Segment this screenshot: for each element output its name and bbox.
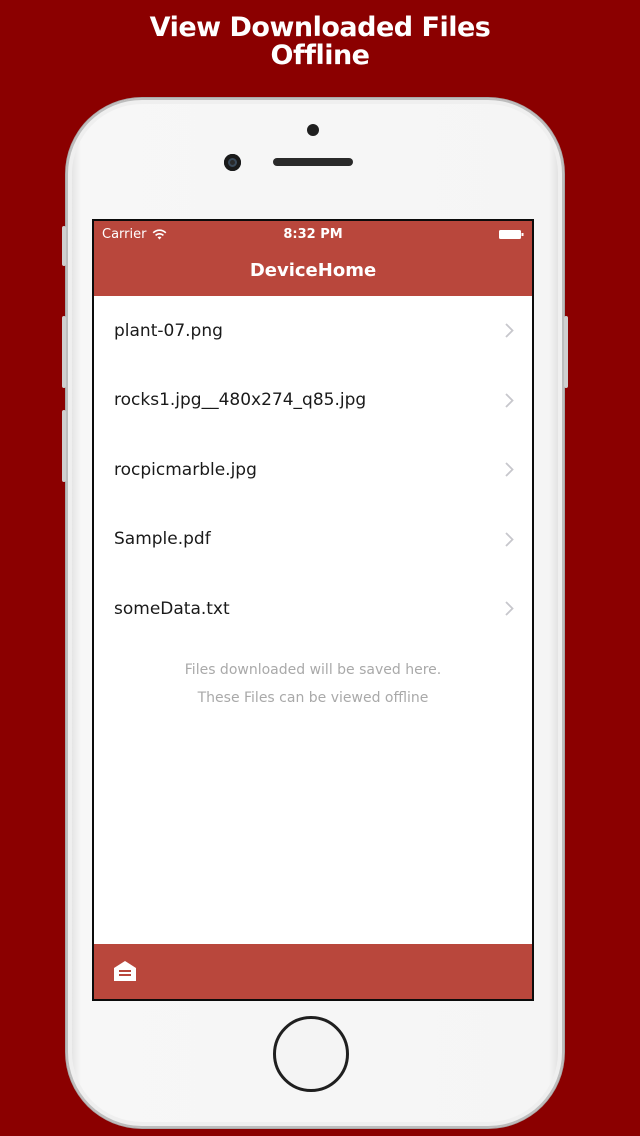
mute-switch <box>62 226 66 266</box>
status-bar: Carrier 8:32 PM <box>94 221 532 247</box>
promo-title-line2: Offline <box>270 40 371 71</box>
note-line1: Files downloaded will be saved here. <box>184 662 442 678</box>
nav-title: DeviceHome <box>249 260 377 281</box>
chevron-right-icon <box>505 532 514 547</box>
file-row[interactable]: rocks1.jpg__480x274_q85.jpg <box>94 366 532 436</box>
note-line2: These Files can be viewed offline <box>197 690 429 706</box>
file-row[interactable]: plant-07.png <box>94 296 532 366</box>
chevron-right-icon <box>505 601 514 616</box>
file-name: rocpicmarble.jpg <box>114 459 257 480</box>
navigation-bar: Carrier 8:32 PM DeviceHome <box>94 221 532 296</box>
volume-up-button <box>62 316 66 388</box>
power-button <box>564 316 568 388</box>
battery-icon <box>499 230 524 239</box>
file-row[interactable]: rocpicmarble.jpg <box>94 435 532 505</box>
chevron-right-icon <box>505 462 514 477</box>
chevron-right-icon <box>505 393 514 408</box>
file-list: plant-07.png rocks1.jpg__480x274_q85.jpg… <box>94 296 532 644</box>
status-time: 8:32 PM <box>283 227 343 242</box>
phone-screen: Carrier 8:32 PM DeviceHome plant-07.png <box>92 219 534 1001</box>
file-name: Sample.pdf <box>114 529 211 550</box>
file-row[interactable]: someData.txt <box>94 574 532 644</box>
bottom-toolbar <box>94 944 532 999</box>
proximity-sensor <box>307 124 319 136</box>
file-name: plant-07.png <box>114 320 223 341</box>
chevron-right-icon <box>505 323 514 338</box>
earpiece-speaker <box>273 158 353 166</box>
file-name: rocks1.jpg__480x274_q85.jpg <box>114 390 367 411</box>
home-icon[interactable] <box>113 960 137 982</box>
promo-title: View Downloaded Files Offline <box>0 14 640 70</box>
promo-title-line1: View Downloaded Files <box>149 12 491 43</box>
file-name: someData.txt <box>114 598 230 619</box>
home-button[interactable] <box>273 1016 349 1092</box>
empty-state-note: Files downloaded will be saved here. The… <box>94 656 532 712</box>
volume-down-button <box>62 410 66 482</box>
file-row[interactable]: Sample.pdf <box>94 505 532 575</box>
app-screen: Carrier 8:32 PM DeviceHome plant-07.png <box>94 221 532 999</box>
front-camera <box>224 154 241 171</box>
